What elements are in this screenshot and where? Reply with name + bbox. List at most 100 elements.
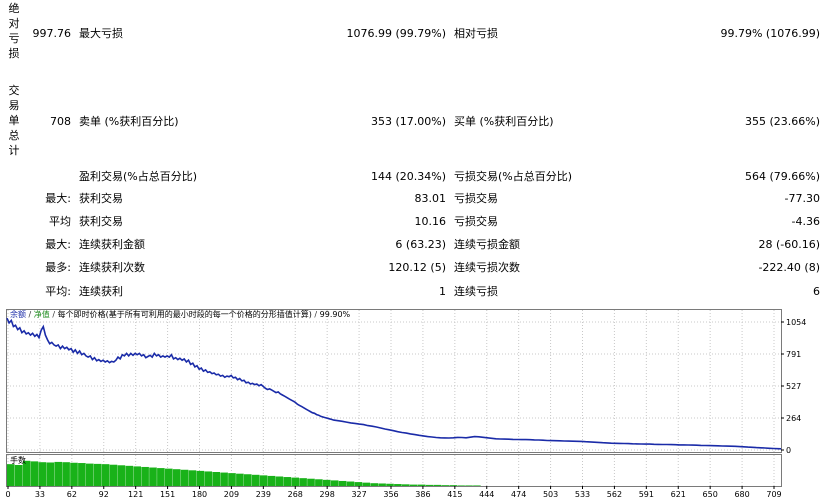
relative-drawdown-label: 相对亏损 [454,27,498,40]
volume-bar [259,475,268,486]
legend-percent: 99.90% [319,310,351,319]
x-tick-label: 33 [35,490,45,499]
volume-bar [251,474,260,486]
volume-bar [78,463,86,486]
loss-trades-value: 564 (79.66%) [744,170,820,183]
x-tick-label: 591 [639,490,654,499]
chart-legend: 余额 / 净值 / 每个即时价格(基于所有可利用的最小时段的每一个价格的分形插值… [10,310,350,320]
volume-bar [267,475,276,486]
volume-bar [346,481,355,486]
volume-bar [188,470,197,486]
volume-legend: 手数 [10,456,26,465]
stats-row-value: 83.01 [414,192,447,205]
volume-bar [125,465,134,486]
stats-row-value-2: -77.30 [784,192,820,205]
absolute-drawdown-value: 997.76 [32,27,72,40]
x-tick-label: 503 [543,490,558,499]
profit-trades-value: 144 (20.34%) [370,170,446,183]
y-tick-label: 0 [786,446,791,455]
x-tick-label: 709 [766,490,781,499]
volume-bar [101,464,110,486]
volume-bar [275,476,284,486]
stats-row-value-2: -4.36 [791,215,820,228]
x-tick-label: 151 [160,490,175,499]
stats-row-label-2: 亏损交易 [454,215,498,228]
balance-line [6,317,782,450]
stats-row-label: 连续获利金额 [79,238,145,251]
volume-bar [172,469,181,486]
stats-row-prefix: 平均: [45,285,71,298]
y-tick-label: 1054 [786,318,806,327]
y-axis-ticks: 1054 791 527 264 0 [781,318,806,455]
volume-bar [141,466,149,486]
volume-bar [433,484,442,486]
volume-bar [86,463,94,486]
volume-bar [228,473,236,486]
max-drawdown-label: 最大亏损 [79,27,123,40]
stats-row-prefix: 平均 [49,215,71,228]
x-tick-label: 562 [607,490,622,499]
stats-row-label: 获利交易 [79,192,123,205]
volume-bar [109,464,118,486]
volume-bar [165,468,173,486]
profit-trades-label: 盈利交易(%占总百分比) [79,170,198,183]
volume-bar [378,483,386,486]
volume-bar [417,484,426,486]
volume-bar [338,480,347,486]
volume-bar [330,480,339,486]
stats-row-label-2: 连续亏损金额 [454,238,520,251]
volume-bar [180,469,189,486]
stats-row-value-2: 6 [813,285,820,298]
volume-bar [14,465,23,486]
x-tick-label: 386 [415,490,430,499]
x-tick-label: 0 [6,490,11,499]
volume-bar [62,462,70,486]
volume-bar [409,484,418,486]
x-tick-label: 180 [192,490,207,499]
x-tick-label: 62 [67,490,77,499]
total-trades-value: 708 [50,115,71,128]
volume-bar [449,485,458,486]
legend-balance: 余额 [10,310,26,319]
x-tick-label: 209 [224,490,239,499]
x-tick-label: 327 [351,490,366,499]
volume-bar [473,485,481,486]
stats-row-label-2: 连续亏损次数 [454,261,520,274]
balance-chart[interactable]: 1054 791 527 264 0 0 33 62 92 121 151 180 209 239 268… [6,305,824,501]
long-positions-label: 买单 (%获利百分比) [454,115,554,128]
volume-bar [402,484,410,486]
legend-equity: 净值 [33,310,50,319]
x-tick-label: 533 [575,490,590,499]
stats-row-prefix: 最大: [45,238,71,251]
x-tick-label: 298 [320,490,335,499]
volume-bar [315,479,323,486]
volume-bar [441,485,450,486]
volume-bar [354,482,363,486]
volume-bar [38,462,47,486]
volume-bar [157,468,165,486]
long-positions-value: 355 (23.66%) [744,115,820,128]
stats-row-label-2: 连续亏损 [454,285,498,298]
stats-row-label: 连续获利 [79,285,123,298]
volume-bar [70,462,78,486]
volume-bar [465,485,473,486]
short-positions-value: 353 (17.00%) [370,115,446,128]
y-tick-label: 264 [786,414,801,423]
stats-row-value: 120.12 (5) [388,261,446,274]
x-tick-label: 415 [447,490,462,499]
volume-bar [323,479,331,486]
x-tick-label: 474 [511,490,526,499]
x-tick-label: 268 [288,490,303,499]
stats-row-value: 1 [439,285,446,298]
volume-bar [220,472,228,486]
balance-chart-panel[interactable]: 1054 791 527 264 0 0 33 62 92 121 151 180 209 239 268… [6,305,824,501]
volume-bar [93,463,102,486]
volume-bar [7,464,15,486]
stats-row-label: 获利交易 [79,215,123,228]
stats-row-label: 连续获利次数 [79,261,145,274]
volume-bar [54,461,63,486]
volume-bar [133,466,142,486]
absolute-drawdown-group-label: 绝对亏损 [8,2,20,60]
volume-bar [299,478,307,486]
stats-row-prefix: 最多: [45,261,71,274]
